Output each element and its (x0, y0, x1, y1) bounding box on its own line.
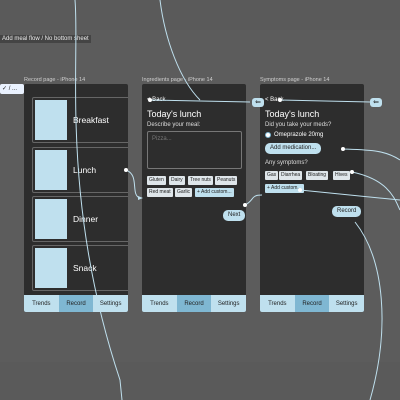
meal-card-breakfast[interactable]: Breakfast (32, 97, 128, 143)
add-medication-button[interactable]: Add medication... (265, 143, 322, 154)
top-band (0, 0, 400, 30)
symptoms-frame: < Back Today's lunch Did you take your m… (260, 84, 364, 312)
meal-image (35, 100, 67, 140)
ingredient-chip-tree-nuts[interactable]: Tree nuts (188, 176, 213, 185)
meal-prompt: Describe your meal: (147, 122, 201, 128)
back-link[interactable]: < Back (265, 97, 284, 103)
meal-label: Snack (73, 263, 97, 273)
symptom-chip-gas[interactable]: Gas (265, 171, 279, 180)
meal-description-input[interactable]: Pizza... (147, 131, 242, 169)
symptoms-question: Any symptoms? (265, 160, 308, 166)
add-custom-symptom-button[interactable]: + Add custom... (265, 184, 304, 193)
ingredients-frame: < Back Today's lunch Describe your meal:… (142, 84, 246, 312)
meal-image (35, 199, 67, 239)
next-button[interactable]: Next (223, 210, 246, 221)
tab-bar: Trends Record Settings (24, 295, 128, 312)
symptom-chip-diarrhea[interactable]: Diarrhea (279, 171, 303, 180)
meal-card-dinner[interactable]: Dinner (32, 196, 128, 242)
tab-record[interactable]: Record (294, 295, 330, 312)
tab-record[interactable]: Record (58, 295, 94, 312)
meal-label: Lunch (73, 165, 97, 175)
ingredient-chip-red-meat[interactable]: Red meat (147, 188, 173, 197)
symptom-chip-hives[interactable]: Hives (333, 171, 350, 180)
meal-card-snack[interactable]: Snack (32, 245, 128, 291)
med-option-label: Omeprazole 20mg (274, 132, 324, 138)
back-link[interactable]: < Back (147, 97, 166, 103)
record-frame: Breakfast Lunch Dinner Snack Trends Reco… (24, 84, 128, 312)
meal-label: Dinner (73, 214, 99, 224)
ingredients-frame-title: Ingredients page - iPhone 14 (142, 77, 213, 83)
tab-settings[interactable]: Settings (93, 295, 128, 312)
left-connector-chip[interactable]: ✓ / ... (0, 84, 24, 94)
design-canvas: Add meal flow / No bottom sheet ✓ / ... … (0, 0, 400, 400)
tab-bar: Trends Record Settings (142, 295, 246, 312)
meal-image (35, 150, 67, 190)
meal-image (35, 248, 67, 288)
back-arrow-node[interactable]: ⇐ (252, 98, 264, 107)
tab-settings[interactable]: Settings (329, 295, 364, 312)
ingredient-chip-peanuts[interactable]: Peanuts (215, 176, 238, 185)
ingredient-chip-garlic[interactable]: Garlic (175, 188, 193, 197)
page-heading: Today's lunch (265, 109, 320, 119)
back-arrow-node[interactable]: ⇐ (370, 98, 382, 107)
med-radio[interactable] (265, 132, 271, 138)
bottom-band (0, 362, 400, 400)
tab-trends[interactable]: Trends (260, 295, 295, 312)
meal-label: Breakfast (73, 115, 109, 125)
tab-settings[interactable]: Settings (211, 295, 246, 312)
meal-card-lunch[interactable]: Lunch (32, 147, 128, 193)
page-heading: Today's lunch (147, 109, 202, 119)
tab-bar: Trends Record Settings (260, 295, 364, 312)
tab-record[interactable]: Record (176, 295, 212, 312)
ingredient-chip-dairy[interactable]: Dairy (169, 176, 185, 185)
flow-label[interactable]: Add meal flow / No bottom sheet (0, 35, 91, 43)
tab-trends[interactable]: Trends (142, 295, 177, 312)
record-button[interactable]: Record (332, 206, 362, 217)
ingredient-chip-gluten[interactable]: Gluten (147, 176, 166, 185)
symptom-chip-bloating[interactable]: Bloating (306, 171, 329, 180)
add-custom-ingredient-button[interactable]: + Add custom... (195, 188, 234, 197)
tab-trends[interactable]: Trends (24, 295, 59, 312)
meds-question: Did you take your meds? (265, 122, 332, 128)
record-frame-title: Record page - iPhone 14 (24, 77, 86, 83)
symptoms-frame-title: Symptoms page - iPhone 14 (260, 77, 330, 83)
